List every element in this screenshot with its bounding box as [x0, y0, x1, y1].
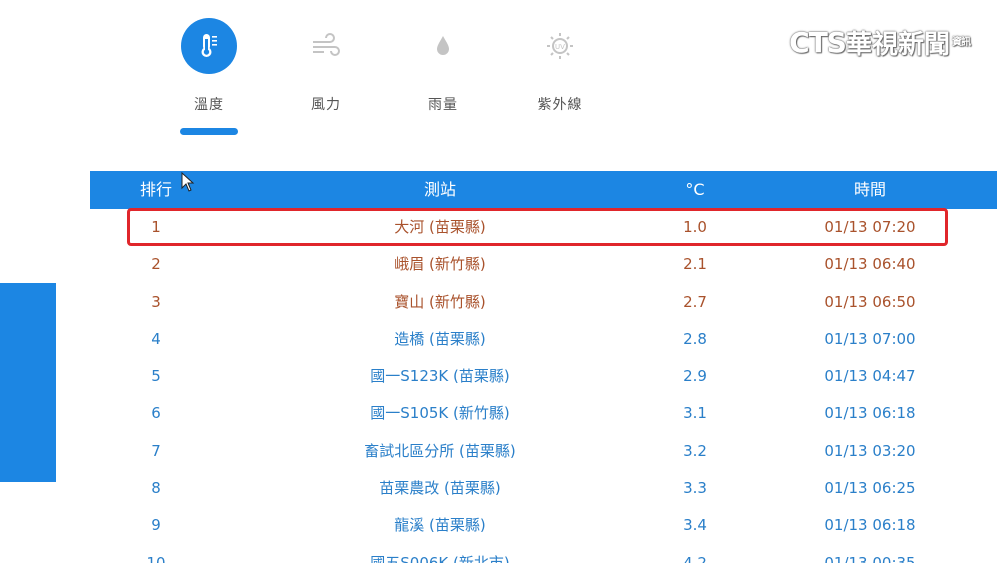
- cell-time: 01/13 00:35: [824, 553, 916, 563]
- cell-rank: 6: [151, 404, 161, 423]
- cell-rank: 9: [151, 516, 161, 535]
- cell-rank: 4: [151, 329, 161, 348]
- cell-time: 01/13 06:25: [824, 479, 916, 498]
- table-row[interactable]: 5 國一S123K (苗栗縣) 2.9 01/13 04:47: [90, 358, 997, 395]
- cell-rank: 3: [151, 292, 161, 311]
- cell-station: 寶山 (新竹縣): [394, 292, 486, 311]
- tab-temperature[interactable]: 溫度: [147, 18, 267, 138]
- cell-time: 01/13 06:50: [824, 292, 916, 311]
- cell-station: 造橋 (苗栗縣): [394, 329, 486, 348]
- cell-station: 龍溪 (苗栗縣): [394, 516, 486, 535]
- cell-temp: 3.4: [683, 516, 707, 535]
- cell-temp: 2.1: [683, 255, 707, 274]
- cell-temp: 1.0: [683, 218, 707, 236]
- cell-station: 國一S123K (苗栗縣): [370, 367, 510, 386]
- cell-station: 峨眉 (新竹縣): [394, 255, 486, 274]
- cell-temp: 3.2: [683, 441, 707, 460]
- cell-rank: 7: [151, 441, 161, 460]
- cell-station: 苗栗農改 (苗栗縣): [379, 479, 501, 498]
- table-row[interactable]: 9 龍溪 (苗栗縣) 3.4 01/13 06:18: [90, 507, 997, 544]
- cell-temp: 2.7: [683, 292, 707, 311]
- weather-ranking-page: 溫度 風力 雨量 UV 紫外線 CTS 華視新聞 資訊 排行 測站 °C 時間 …: [0, 0, 1000, 563]
- table-row[interactable]: 10 國五S006K (新北市) 4.2 01/13 00:35: [90, 545, 997, 563]
- table-row[interactable]: 1 大河 (苗栗縣) 1.0 01/13 07:20: [90, 209, 997, 246]
- cell-rank: 10: [146, 553, 166, 563]
- uv-sun-icon: UV: [532, 18, 588, 74]
- cell-station: 國五S006K (新北市): [370, 553, 510, 563]
- header-rank[interactable]: 排行: [126, 171, 186, 209]
- watermark-small: 資訊: [952, 37, 971, 48]
- tab-wind-label: 風力: [311, 97, 341, 113]
- cell-temp: 2.8: [683, 329, 707, 348]
- tab-uv-label: 紫外線: [537, 97, 583, 113]
- watermark-chinese: 華視新聞: [845, 30, 950, 60]
- side-panel-block: [0, 283, 56, 482]
- cell-temp: 3.1: [683, 404, 707, 423]
- table-row[interactable]: 6 國一S105K (新竹縣) 3.1 01/13 06:18: [90, 395, 997, 432]
- cell-temp: 4.2: [683, 553, 707, 563]
- thermometer-icon: [181, 18, 237, 74]
- cell-time: 01/13 06:18: [824, 516, 916, 535]
- cell-time: 01/13 03:20: [824, 441, 916, 460]
- mouse-cursor-icon: [181, 171, 195, 196]
- cell-time: 01/13 07:00: [824, 329, 916, 348]
- table-row[interactable]: 2 峨眉 (新竹縣) 2.1 01/13 06:40: [90, 246, 997, 283]
- cell-time: 01/13 04:47: [824, 367, 916, 386]
- table-row[interactable]: 4 造橋 (苗栗縣) 2.8 01/13 07:00: [90, 321, 997, 358]
- table-header: 排行 測站 °C 時間: [90, 171, 997, 209]
- cell-temp: 3.3: [683, 479, 707, 498]
- cell-rank: 2: [151, 255, 161, 274]
- active-tab-indicator: [180, 128, 238, 135]
- ranking-table: 排行 測站 °C 時間 1 大河 (苗栗縣) 1.0 01/13 07:20 2…: [90, 171, 997, 563]
- cts-news-watermark: CTS 華視新聞 資訊: [789, 24, 971, 61]
- cell-time: 01/13 07:20: [824, 218, 916, 236]
- table-row[interactable]: 8 苗栗農改 (苗栗縣) 3.3 01/13 06:25: [90, 470, 997, 507]
- wind-icon: [298, 18, 354, 74]
- cell-time: 01/13 06:40: [824, 255, 916, 274]
- table-row[interactable]: 7 畜試北區分所 (苗栗縣) 3.2 01/13 03:20: [90, 433, 997, 470]
- watermark-small-top: 資訊: [952, 37, 971, 48]
- watermark-latin: CTS: [789, 26, 847, 59]
- cell-time: 01/13 06:18: [824, 404, 916, 423]
- cell-temp: 2.9: [683, 367, 707, 386]
- cell-rank: 8: [151, 479, 161, 498]
- tab-rainfall-label: 雨量: [428, 97, 458, 113]
- tab-wind[interactable]: 風力: [264, 18, 384, 138]
- tab-uv[interactable]: UV 紫外線: [498, 18, 618, 138]
- table-row[interactable]: 3 寶山 (新竹縣) 2.7 01/13 06:50: [90, 284, 997, 321]
- header-temp[interactable]: °C: [650, 171, 740, 209]
- header-station[interactable]: 測站: [290, 171, 590, 209]
- svg-text:UV: UV: [555, 43, 565, 51]
- cell-rank: 1: [151, 218, 161, 236]
- tab-temperature-label: 溫度: [194, 97, 224, 113]
- raindrop-icon: [415, 18, 471, 74]
- header-time[interactable]: 時間: [790, 171, 950, 209]
- cell-station: 大河 (苗栗縣): [394, 218, 486, 236]
- tab-rainfall[interactable]: 雨量: [381, 18, 501, 138]
- cell-rank: 5: [151, 367, 161, 386]
- cell-station: 國一S105K (新竹縣): [370, 404, 510, 423]
- cell-station: 畜試北區分所 (苗栗縣): [364, 441, 516, 460]
